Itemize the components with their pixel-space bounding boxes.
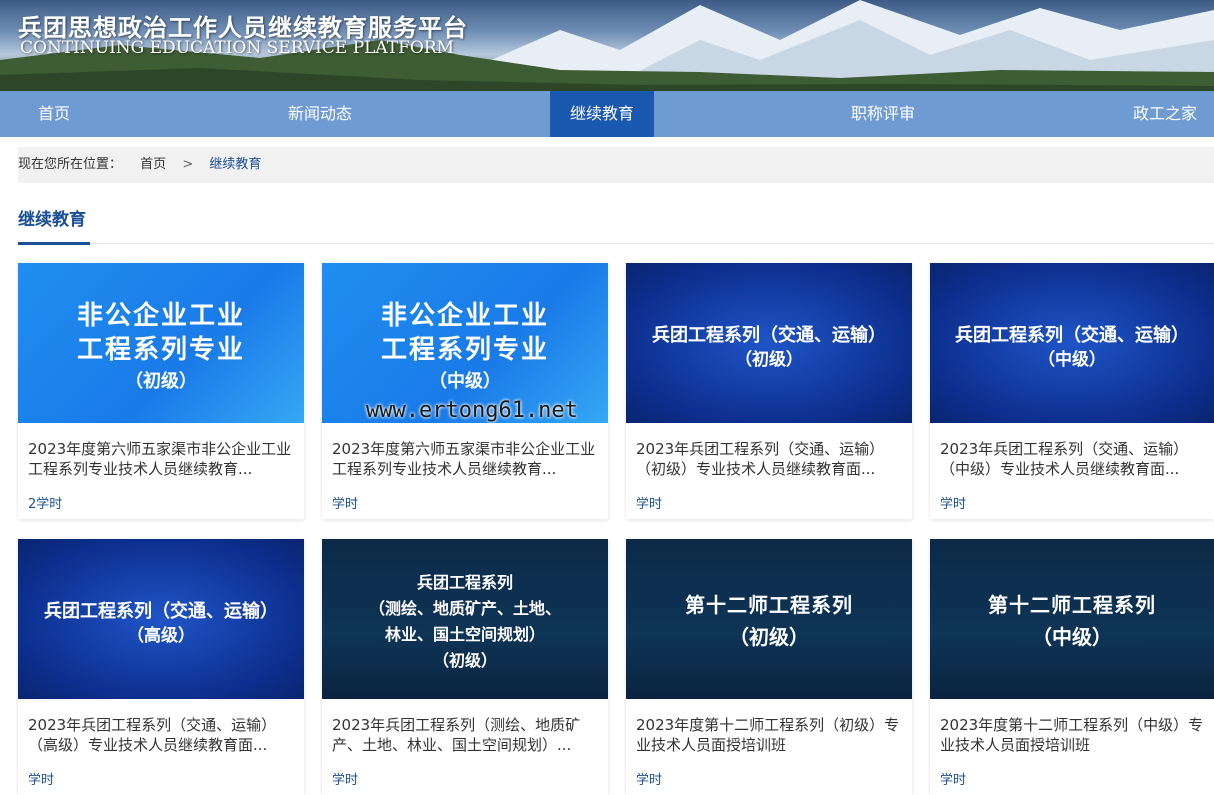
course-thumbnail: 第十二师工程系列 （初级） [626,539,912,699]
thumbnail-text: （高级） [127,626,195,646]
thumbnail-text: 工程系列专业 [76,335,245,365]
course-card[interactable]: 兵团工程系列（交通、运输） （初级） 2023年兵团工程系列（交通、运输）（初级… [626,263,912,519]
watermark-text: www.ertong61.net [366,398,578,423]
thumbnail-text: （初级） [735,350,803,370]
breadcrumb-separator: > [182,157,194,172]
course-title[interactable]: 2023年兵团工程系列（交通、运输）（中级）专业技术人员继续教育面... [940,439,1204,479]
site-subtitle: CONTINUING EDUCATION SERVICE PLATFORM [20,38,455,58]
course-hours: 学时 [332,773,359,788]
course-title[interactable]: 2023年度第六师五家渠市非公企业工业工程系列专业技术人员继续教育... [332,439,598,479]
thumbnail-text: 工程系列专业 [380,335,549,365]
course-thumbnail: 兵团工程系列 （测绘、地质矿产、土地、 林业、国土空间规划） （初级） [322,539,608,699]
nav-item-continuing-education[interactable]: 继续教育 [550,91,654,137]
thumbnail-text: 兵团工程系列（交通、运输） [955,325,1189,346]
thumbnail-text: 兵团工程系列（交通、运输） [652,325,886,346]
header-banner: 兵团思想政治工作人员继续教育服务平台 CONTINUING EDUCATION … [0,0,1214,91]
course-thumbnail: 兵团工程系列（交通、运输） （高级） [18,539,304,699]
course-hours: 学时 [940,497,967,512]
course-title[interactable]: 2023年兵团工程系列（交通、运输）（高级）专业技术人员继续教育面... [28,715,294,755]
course-title[interactable]: 2023年度第十二师工程系列（初级）专业技术人员面授培训班 [636,715,902,755]
course-hours: 学时 [28,773,55,788]
breadcrumb: 现在您所在位置： 首页 > 继续教育 [18,147,1214,183]
course-card[interactable]: 兵团工程系列（交通、运输） （高级） 2023年兵团工程系列（交通、运输）（高级… [18,539,304,795]
thumbnail-text: （中级） [429,371,501,392]
section-divider [18,243,1214,244]
course-card[interactable]: 非公企业工业 工程系列专业 （中级） 2023年度第六师五家渠市非公企业工业工程… [322,263,608,519]
section-title-underline [18,242,90,245]
thumbnail-text: （中级） [1032,625,1112,649]
thumbnail-text: 兵团工程系列 [416,573,513,592]
breadcrumb-prefix: 现在您所在位置： [18,157,123,172]
thumbnail-text: （初级） [729,625,809,649]
thumbnail-text: 第十二师工程系列 [685,593,853,617]
thumbnail-text: 兵团工程系列（交通、运输） [44,601,278,622]
course-title[interactable]: 2023年兵团工程系列（测绘、地质矿产、土地、林业、国土空间规划）... [332,715,598,755]
course-card[interactable]: 非公企业工业 工程系列专业 （初级） 2023年度第六师五家渠市非公企业工业工程… [18,263,304,519]
course-card[interactable]: 兵团工程系列（交通、运输） （中级） 2023年兵团工程系列（交通、运输）（中级… [930,263,1214,519]
course-title[interactable]: 2023年兵团工程系列（交通、运输）（初级）专业技术人员继续教育面... [636,439,902,479]
thumbnail-text: 林业、国土空间规划） [384,625,545,644]
course-hours: 学时 [940,773,967,788]
course-hours: 2学时 [28,497,63,512]
course-title[interactable]: 2023年度第十二师工程系列（中级）专业技术人员面授培训班 [940,715,1204,755]
course-hours: 学时 [332,497,359,512]
nav-item-news[interactable]: 新闻动态 [265,91,375,137]
nav-item-title-review[interactable]: 职称评审 [828,91,938,137]
course-card[interactable]: 第十二师工程系列 （初级） 2023年度第十二师工程系列（初级）专业技术人员面授… [626,539,912,795]
main-nav: 首页 新闻动态 继续教育 职称评审 政工之家 [0,91,1214,137]
thumbnail-text: （测绘、地质矿产、土地、 [368,599,561,618]
course-card[interactable]: 第十二师工程系列 （中级） 2023年度第十二师工程系列（中级）专业技术人员面授… [930,539,1214,795]
thumbnail-text: 非公企业工业 [380,301,549,331]
course-thumbnail: 兵团工程系列（交通、运输） （初级） [626,263,912,423]
course-card[interactable]: 兵团工程系列 （测绘、地质矿产、土地、 林业、国土空间规划） （初级） 2023… [322,539,608,795]
course-thumbnail: 兵团工程系列（交通、运输） （中级） [930,263,1214,423]
thumbnail-text: 非公企业工业 [76,301,245,331]
nav-item-home[interactable]: 首页 [0,91,108,137]
thumbnail-text: （初级） [125,371,197,392]
nav-item-political-home[interactable]: 政工之家 [1112,91,1214,137]
course-title[interactable]: 2023年度第六师五家渠市非公企业工业工程系列专业技术人员继续教育... [28,439,294,479]
section-title: 继续教育 [18,210,86,230]
thumbnail-text: 第十二师工程系列 [988,593,1156,617]
breadcrumb-current[interactable]: 继续教育 [209,147,261,183]
thumbnail-text: （中级） [1038,350,1106,370]
course-thumbnail: 第十二师工程系列 （中级） [930,539,1214,699]
course-hours: 学时 [636,497,663,512]
course-thumbnail: 非公企业工业 工程系列专业 （初级） [18,263,304,423]
course-hours: 学时 [636,773,663,788]
breadcrumb-home-link[interactable]: 首页 [140,147,166,183]
thumbnail-text: （初级） [432,651,497,670]
